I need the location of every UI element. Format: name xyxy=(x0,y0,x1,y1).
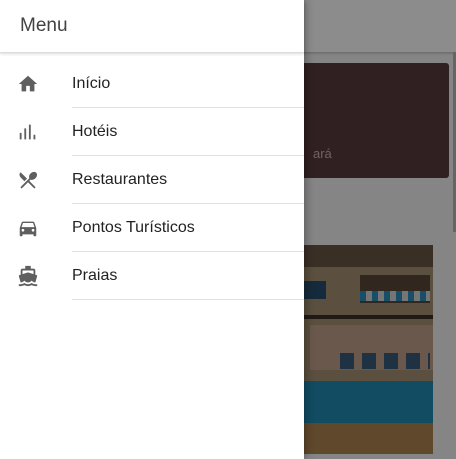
menu-list: Início Hotéis Restaurantes Pontos Turíst… xyxy=(0,60,304,300)
drawer-title: Menu xyxy=(20,15,68,36)
menu-item-hoteis[interactable]: Hotéis xyxy=(0,108,304,156)
boat-icon xyxy=(16,264,40,288)
menu-item-restaurantes[interactable]: Restaurantes xyxy=(0,156,304,204)
divider xyxy=(72,299,304,300)
bar-chart-icon xyxy=(16,120,40,144)
car-icon xyxy=(16,216,40,240)
menu-item-pontos-turisticos[interactable]: Pontos Turísticos xyxy=(0,204,304,252)
menu-item-inicio[interactable]: Início xyxy=(0,60,304,108)
navigation-drawer: Menu Início Hotéis Restaurantes Pontos T… xyxy=(0,0,304,459)
menu-item-praias[interactable]: Praias xyxy=(0,252,304,300)
menu-item-label: Restaurantes xyxy=(72,171,168,188)
drawer-header: Menu xyxy=(0,0,304,53)
menu-item-label: Hotéis xyxy=(72,123,118,140)
menu-item-label: Início xyxy=(72,75,111,92)
menu-item-label: Pontos Turísticos xyxy=(72,219,195,236)
menu-item-label: Praias xyxy=(72,267,118,284)
utensils-icon xyxy=(16,168,40,192)
home-icon xyxy=(16,72,40,96)
